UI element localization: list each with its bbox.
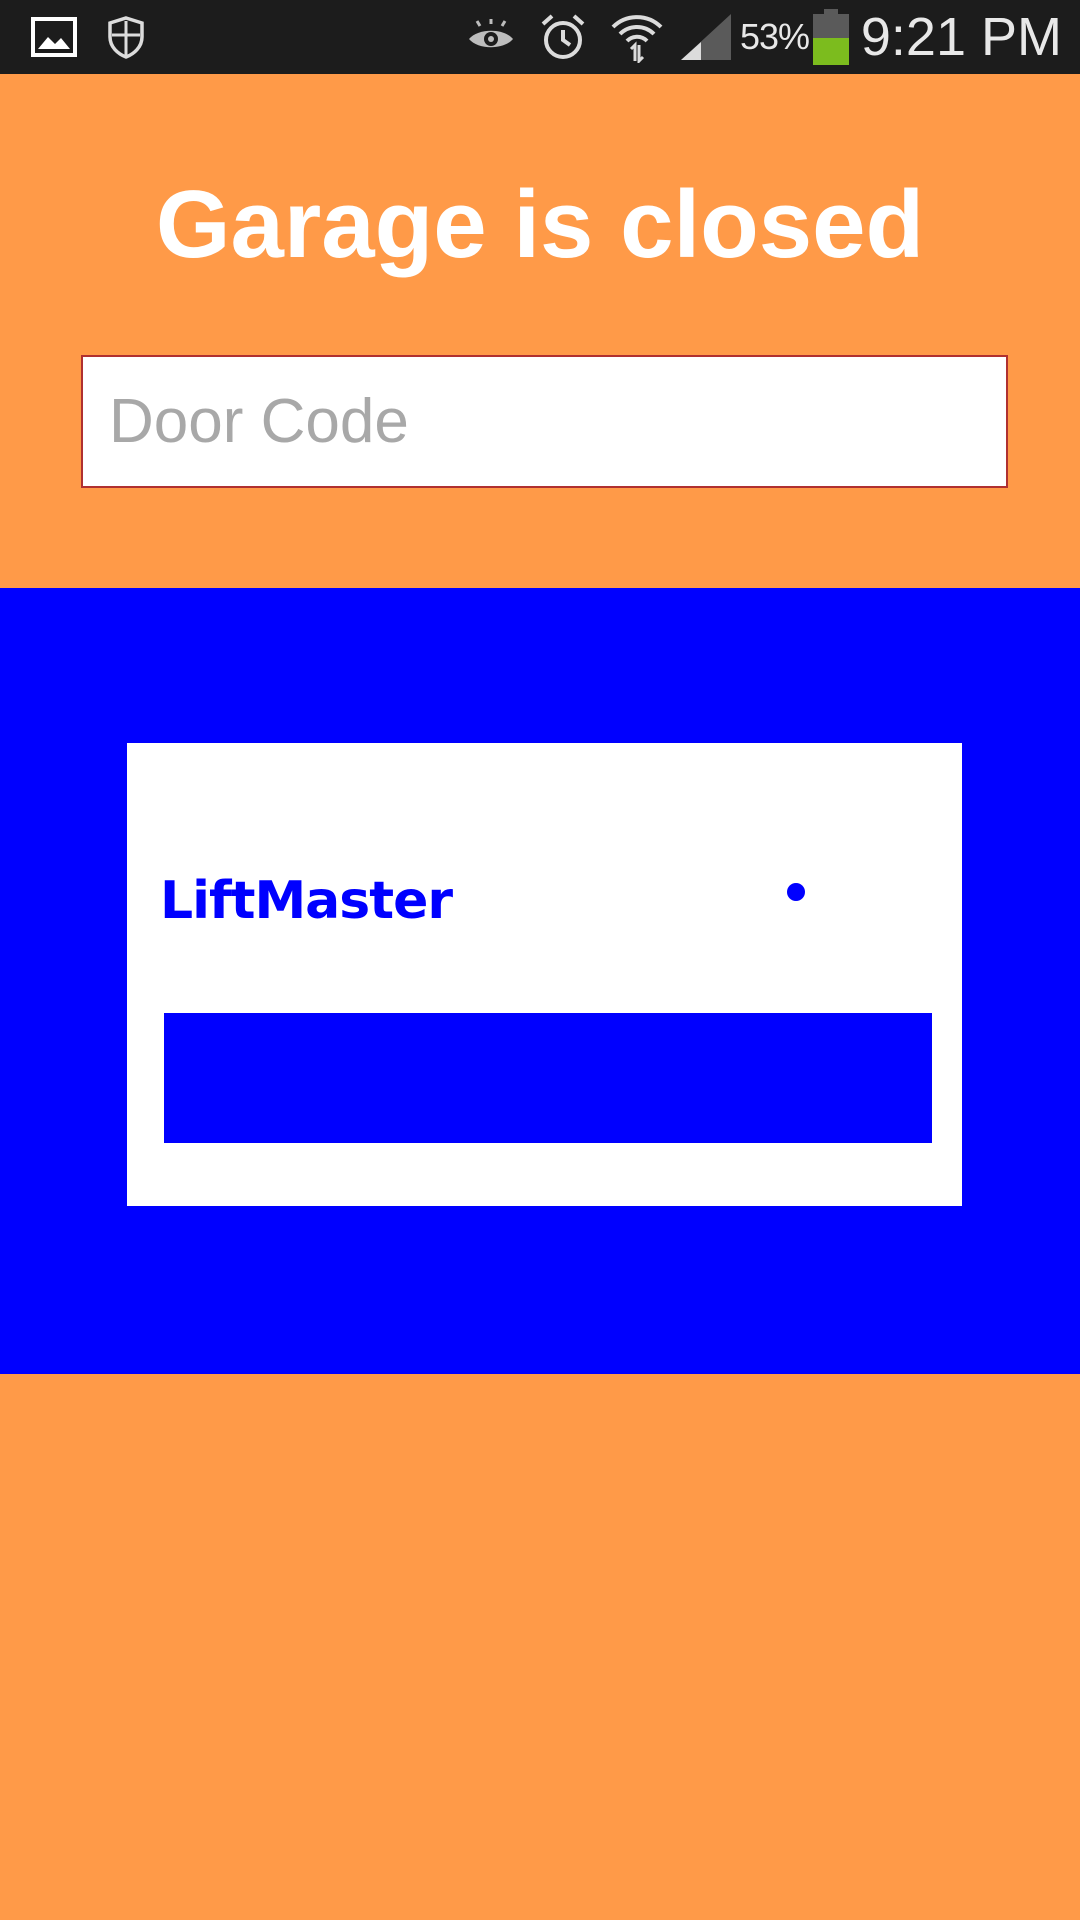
opener-button-bar — [164, 1013, 932, 1143]
garage-status-title: Garage is closed — [155, 171, 925, 278]
shield-icon — [104, 0, 148, 74]
door-code-input[interactable] — [81, 355, 1008, 488]
opener-led-indicator — [787, 883, 805, 901]
wifi-icon — [608, 0, 666, 74]
alarm-icon — [538, 0, 588, 74]
signal-icon — [678, 0, 734, 74]
clock: 9:21 PM — [860, 7, 1062, 67]
gallery-icon — [30, 0, 78, 74]
liftmaster-logo: LiftMaster — [160, 871, 453, 931]
battery-icon — [812, 0, 850, 74]
status-bar: 53% 9:21 PM — [0, 0, 1080, 74]
battery-percent: 53% — [740, 16, 810, 57]
eye-icon — [464, 0, 518, 74]
garage-opener-image: LiftMaster — [127, 743, 962, 1206]
garage-opener-button[interactable]: LiftMaster — [0, 588, 1080, 1374]
